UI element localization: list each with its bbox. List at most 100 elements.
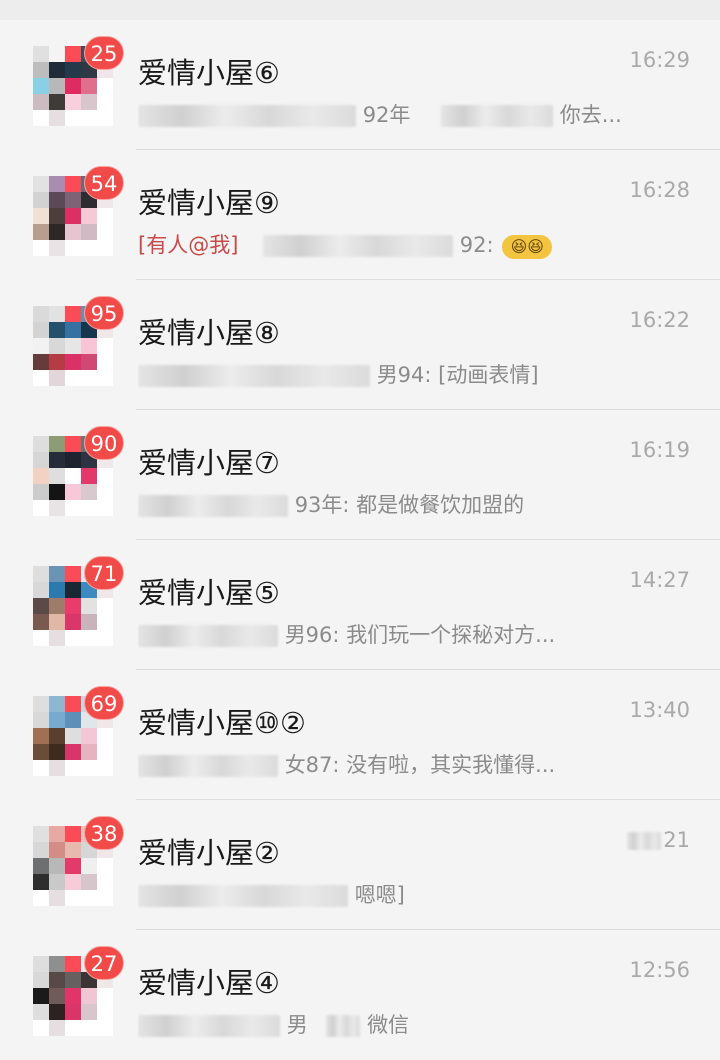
avatar-cell: [81, 94, 97, 110]
chat-time: 16:19: [629, 438, 690, 462]
avatar-cell: [65, 582, 81, 598]
avatar-cell: [33, 62, 49, 78]
chat-row-6[interactable]: 69 爱情小屋⑩② 13:40 女87: 没有啦，其实我懂得...: [0, 670, 720, 800]
chat-time: 12:56: [629, 958, 690, 982]
chat-title: 爱情小屋⑧: [138, 316, 280, 350]
avatar-cell: [33, 322, 49, 338]
unread-badge: 25: [84, 36, 124, 70]
avatar-cell: [33, 858, 49, 874]
chat-row-8[interactable]: 27 爱情小屋④ 12:56 男 微信: [0, 930, 720, 1060]
avatar-cell: [81, 354, 97, 370]
avatar-cell: [49, 94, 65, 110]
blurred-text: [326, 1015, 361, 1037]
avatar-cell: [33, 370, 49, 386]
avatar-cell: [65, 598, 81, 614]
avatar-cell: [33, 240, 49, 256]
avatar-cell: [65, 858, 81, 874]
avatar-cell: [81, 468, 97, 484]
chat-row-4[interactable]: 90 爱情小屋⑦ 16:19 93年: 都是做餐饮加盟的: [0, 410, 720, 540]
avatar-cell: [97, 224, 113, 240]
laughing-emoji-icon: 😆😆: [502, 235, 553, 259]
avatar-cell: [49, 696, 65, 712]
avatar-cell: [97, 94, 113, 110]
avatar-cell: [65, 176, 81, 192]
avatar-cell: [65, 94, 81, 110]
avatar-cell: [81, 370, 97, 386]
avatar-cell: [97, 240, 113, 256]
avatar-cell: [97, 858, 113, 874]
avatar-cell: [33, 712, 49, 728]
avatar-cell: [49, 452, 65, 468]
unread-badge: 71: [84, 556, 124, 590]
blurred-text: [138, 495, 288, 517]
chat-list: 25 爱情小屋⑥ 16:29 92年 你去... 54 爱情小屋⑨ 16:28 …: [0, 0, 720, 1060]
avatar-cell: [81, 208, 97, 224]
chat-preview: [有人@我] 92: 😆😆: [138, 228, 678, 262]
chat-time: 16:22: [629, 308, 690, 332]
avatar-cell: [49, 240, 65, 256]
avatar-cell: [81, 500, 97, 516]
avatar-cell: [97, 338, 113, 354]
avatar-cell: [65, 988, 81, 1004]
avatar-cell: [65, 630, 81, 646]
preview-text: 男96: 我们玩一个探秘对方...: [284, 623, 556, 647]
chat-row-7[interactable]: 38 爱情小屋② 21 嗯嗯]: [0, 800, 720, 930]
avatar-cell: [49, 744, 65, 760]
unread-badge: 69: [84, 686, 124, 720]
unread-badge: 38: [84, 816, 124, 850]
chat-row-3[interactable]: 95 爱情小屋⑧ 16:22 男94: [动画表情]: [0, 280, 720, 410]
avatar-cell: [33, 956, 49, 972]
avatar-cell: [49, 956, 65, 972]
time-text: 21: [663, 828, 690, 852]
unread-badge: 90: [84, 426, 124, 460]
avatar-cell: [81, 744, 97, 760]
avatar-cell: [49, 890, 65, 906]
avatar-cell: [33, 972, 49, 988]
avatar-cell: [33, 1004, 49, 1020]
avatar-cell: [65, 224, 81, 240]
avatar-cell: [49, 110, 65, 126]
avatar-cell: [81, 484, 97, 500]
avatar-cell: [65, 728, 81, 744]
chat-row-5[interactable]: 71 爱情小屋⑤ 14:27 男96: 我们玩一个探秘对方...: [0, 540, 720, 670]
blurred-text: [138, 625, 278, 647]
avatar-cell: [97, 728, 113, 744]
avatar-cell: [33, 728, 49, 744]
avatar-cell: [33, 500, 49, 516]
avatar-cell: [65, 338, 81, 354]
avatar-cell: [65, 354, 81, 370]
avatar-cell: [49, 614, 65, 630]
chat-row-1[interactable]: 25 爱情小屋⑥ 16:29 92年 你去...: [0, 20, 720, 150]
avatar-cell: [65, 468, 81, 484]
avatar-cell: [33, 630, 49, 646]
avatar-cell: [49, 500, 65, 516]
blurred-text: [138, 1015, 280, 1037]
chat-time: 21: [627, 828, 690, 852]
avatar-cell: [33, 78, 49, 94]
avatar-cell: [65, 484, 81, 500]
avatar-cell: [97, 614, 113, 630]
avatar-cell: [81, 1004, 97, 1020]
avatar-cell: [49, 712, 65, 728]
avatar-cell: [49, 62, 65, 78]
avatar-cell: [97, 630, 113, 646]
avatar-cell: [65, 1020, 81, 1036]
avatar-cell: [65, 956, 81, 972]
preview-text: 92:: [459, 233, 494, 257]
avatar-cell: [49, 988, 65, 1004]
avatar-cell: [33, 744, 49, 760]
preview-suffix: 你去...: [559, 103, 622, 127]
avatar-cell: [33, 224, 49, 240]
chat-title: 爱情小屋⑦: [138, 446, 280, 480]
avatar-cell: [33, 842, 49, 858]
avatar-cell: [65, 192, 81, 208]
avatar-cell: [49, 972, 65, 988]
avatar-cell: [49, 338, 65, 354]
avatar-cell: [81, 630, 97, 646]
preview-text: 93年: 都是做餐饮加盟的: [294, 493, 525, 517]
avatar-cell: [65, 322, 81, 338]
avatar-cell: [33, 452, 49, 468]
chat-time: 16:29: [629, 48, 690, 72]
blurred-text: [441, 105, 554, 127]
chat-row-2[interactable]: 54 爱情小屋⑨ 16:28 [有人@我] 92: 😆😆: [0, 150, 720, 280]
